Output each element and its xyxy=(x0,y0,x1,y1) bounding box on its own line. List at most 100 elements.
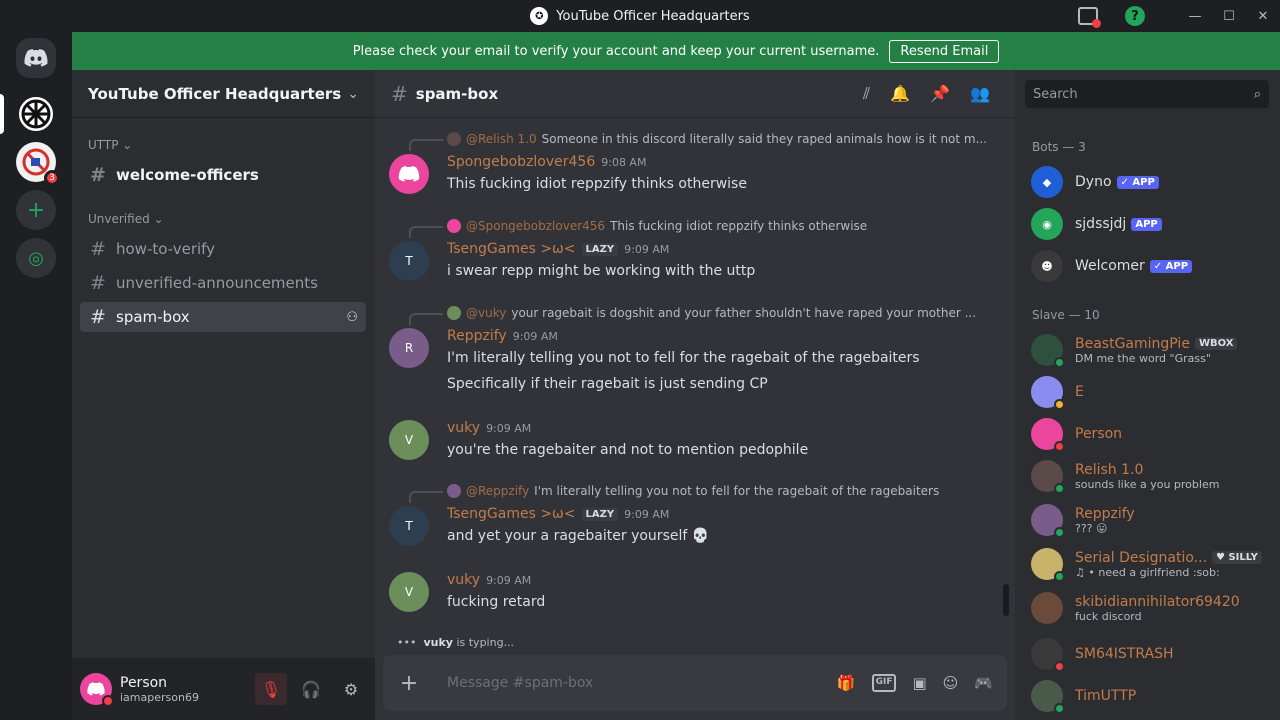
activities-icon[interactable]: 🎮 xyxy=(974,674,993,692)
pin-icon[interactable]: 📌 xyxy=(930,84,950,104)
maximize-button[interactable]: ☐ xyxy=(1212,9,1246,24)
timestamp: 9:09 AM xyxy=(624,507,670,521)
close-button[interactable]: ✕ xyxy=(1246,9,1280,24)
explore-servers-button[interactable]: ◎ xyxy=(16,238,56,278)
avatar[interactable]: V xyxy=(389,572,429,612)
member-item[interactable]: Serial Designatio... ♥ SILLY ♫ • need a gi… xyxy=(1031,548,1271,582)
resend-email-button[interactable]: Resend Email xyxy=(889,39,1000,63)
avatar[interactable] xyxy=(80,673,114,707)
timestamp: 9:09 AM xyxy=(512,329,558,343)
member-status-text: sounds like a you problem xyxy=(1075,477,1220,491)
member-status-text: fuck discord xyxy=(1075,609,1142,623)
reply-reference[interactable]: @vuky your ragebait is dogshit and your … xyxy=(408,306,976,325)
window-title-text: YouTube Officer Headquarters xyxy=(556,8,750,24)
bell-icon[interactable]: 🔔 xyxy=(890,84,910,104)
channel-how-to-verify[interactable]: # how-to-verify xyxy=(80,234,366,264)
member-name: Reppzify xyxy=(1075,505,1135,522)
gift-icon[interactable]: 🎁 xyxy=(837,674,856,692)
member-item[interactable]: SM64ISTRASH xyxy=(1031,638,1271,672)
reply-avatar xyxy=(447,219,461,233)
invite-icon[interactable]: ⚇ xyxy=(346,310,358,325)
member-item[interactable]: ☻ Welcomer ✓ APP xyxy=(1031,250,1271,282)
sticker-icon[interactable]: ▣ xyxy=(912,674,926,692)
avatar xyxy=(1031,638,1065,672)
direct-messages-button[interactable] xyxy=(16,38,56,78)
avatar[interactable]: R xyxy=(389,328,429,368)
timestamp: 9:09 AM xyxy=(486,421,532,435)
app-badge: ✓ APP xyxy=(1116,175,1159,189)
member-item[interactable]: ◆ Dyno ✓ APP xyxy=(1031,166,1271,198)
author-name[interactable]: vuky xyxy=(447,572,480,588)
member-item[interactable]: TimUTTP xyxy=(1031,680,1271,714)
discord-icon xyxy=(87,682,105,696)
member-item[interactable]: Reppzify??? 😛 xyxy=(1031,504,1271,538)
mic-muted-button[interactable]: 🎙 xyxy=(255,673,287,705)
avatar[interactable]: T xyxy=(389,506,429,546)
help-icon[interactable]: ? xyxy=(1125,6,1145,26)
message-text: and yet your a ragebaiter yourself 💀 xyxy=(447,528,710,544)
add-server-button[interactable]: + xyxy=(16,190,56,230)
reply-reference[interactable]: @Reppzify I'm literally telling you not … xyxy=(408,484,939,503)
member-name: Person xyxy=(1075,426,1123,442)
text-channel-icon: # xyxy=(90,238,106,260)
server-name: YouTube Officer Headquarters xyxy=(88,84,342,103)
chat-scrollbar[interactable] xyxy=(1003,584,1009,616)
gif-icon[interactable]: GIF xyxy=(871,674,897,692)
channel-unverified-announcements[interactable]: # unverified-announcements xyxy=(80,268,366,298)
avatar xyxy=(1031,548,1065,582)
status-indicator xyxy=(1054,357,1065,368)
avatar xyxy=(1031,334,1065,368)
user-settings-button[interactable]: ⚙ xyxy=(335,673,367,705)
message-text: This fucking idiot reppzify thinks other… xyxy=(447,176,747,192)
message-text: i swear repp might be working with the u… xyxy=(447,263,756,279)
reply-reference[interactable]: @Spongebobzlover456 This fucking idiot r… xyxy=(408,219,867,238)
member-item[interactable]: skibidiannihilator69420 fuck discord xyxy=(1031,592,1271,624)
member-name: skibidiannihilator69420 xyxy=(1075,593,1240,610)
avatar: ☻ xyxy=(1031,250,1063,282)
author-name[interactable]: Spongebobzlover456 xyxy=(447,154,595,170)
reply-avatar xyxy=(447,484,461,498)
inbox-icon[interactable] xyxy=(1078,7,1101,28)
server-red-circle[interactable]: 3 xyxy=(16,142,60,186)
emoji-icon[interactable]: ☺ xyxy=(943,674,959,692)
minimize-button[interactable]: — xyxy=(1178,9,1212,24)
author-name[interactable]: vuky xyxy=(447,420,480,436)
timestamp: 9:09 AM xyxy=(624,242,670,256)
member-item[interactable]: E xyxy=(1031,376,1271,410)
member-name: SM64ISTRASH xyxy=(1075,646,1174,662)
avatar xyxy=(1031,460,1065,494)
user-names[interactable]: Person iamaperson69 xyxy=(120,675,199,704)
message-header: Reppzify 9:09 AM xyxy=(447,328,558,344)
category-uttp[interactable]: UTTP ⌄ xyxy=(88,138,132,152)
avatar[interactable]: V xyxy=(389,420,429,460)
member-item[interactable]: ◉ sjdssjdj APP xyxy=(1031,208,1271,240)
reply-reference[interactable]: @Relish 1.0 Someone in this discord lite… xyxy=(408,132,987,151)
author-name[interactable]: TsengGames >ω< xyxy=(447,506,576,522)
headphones-icon: 🎧 xyxy=(301,679,321,699)
channel-spam-box[interactable]: # spam-box ⚇ xyxy=(80,302,366,332)
server-tag: ♥ SILLY xyxy=(1212,551,1262,564)
server-header[interactable]: YouTube Officer Headquarters ⌄ xyxy=(72,70,375,118)
author-name[interactable]: TsengGames >ω< xyxy=(447,241,576,257)
avatar xyxy=(1031,592,1063,624)
text-channel-icon: # xyxy=(90,306,106,328)
author-name[interactable]: Reppzify xyxy=(447,328,507,344)
member-item[interactable]: BeastGamingPie WBOX DM me the word "Grass" xyxy=(1031,334,1271,368)
gear-icon: ⚙ xyxy=(343,679,359,699)
category-unverified[interactable]: Unverified ⌄ xyxy=(88,212,164,226)
attach-plus-button[interactable]: + xyxy=(397,671,421,696)
avatar[interactable] xyxy=(389,154,429,194)
announcement-channel-icon: # xyxy=(90,272,106,294)
threads-icon[interactable]: ⫽ xyxy=(863,84,870,104)
search-input[interactable] xyxy=(1033,86,1254,102)
member-name: Welcomer xyxy=(1075,258,1145,274)
members-icon[interactable]: 👥 xyxy=(970,84,990,104)
status-indicator xyxy=(1054,661,1065,672)
server-youtube-officer-hq[interactable] xyxy=(16,94,56,134)
member-item[interactable]: Person xyxy=(1031,418,1271,452)
deafen-button[interactable]: 🎧 xyxy=(295,673,327,705)
channel-welcome-officers[interactable]: # welcome-officers xyxy=(80,160,366,190)
avatar[interactable]: T xyxy=(389,241,429,281)
member-item[interactable]: Relish 1.0 sounds like a you problem xyxy=(1031,460,1271,494)
message-input[interactable] xyxy=(447,675,837,691)
